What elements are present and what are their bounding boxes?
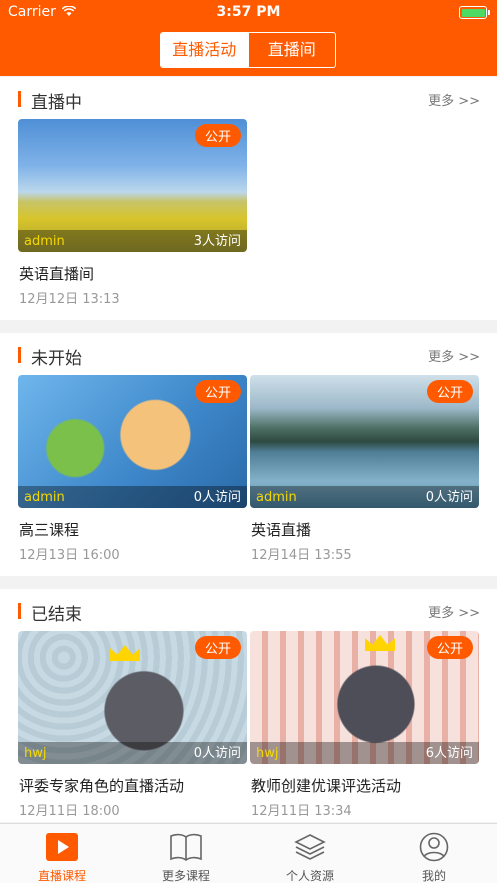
card-date: 12月12日 13:13 xyxy=(19,292,120,307)
tab-label: 更多课程 xyxy=(161,869,210,883)
public-badge: 公开 xyxy=(194,636,241,659)
section-accent-bar xyxy=(18,347,21,363)
live-card[interactable]: 公开 hwj 6人访问 教师创建优课评选活动 12月11日 13:34 xyxy=(250,631,479,819)
more-link[interactable]: 更多 >> xyxy=(428,90,480,109)
card-title: 英语直播 xyxy=(251,521,312,539)
section-live-now: 直播中 更多 >> 公开 admin 3人访问 英语直播间 12月12日 13:… xyxy=(0,77,497,320)
live-card[interactable]: 公开 admin 0人访问 高三课程 12月13日 16:00 xyxy=(18,375,247,563)
status-bar: Carrier 3:57 PM xyxy=(0,0,497,26)
segmented-control: 直播活动 直播间 xyxy=(160,32,336,68)
card-date: 12月13日 16:00 xyxy=(19,548,120,563)
play-icon xyxy=(46,833,78,861)
thumbnail-image: 公开 hwj 6人访问 xyxy=(250,631,479,764)
tab-mine[interactable]: 我的 xyxy=(372,824,496,883)
more-link[interactable]: 更多 >> xyxy=(428,602,480,621)
visit-count: 3人访问 xyxy=(193,234,241,249)
public-badge: 公开 xyxy=(194,124,241,147)
section-ended: 已结束 更多 >> 公开 hwj 0人访问 评委专家角色的直播活动 12月11日… xyxy=(0,589,497,822)
live-card[interactable]: 公开 hwj 0人访问 评委专家角色的直播活动 12月11日 18:00 xyxy=(18,631,247,819)
author-label: hwj xyxy=(256,746,279,761)
card-title: 高三课程 xyxy=(19,521,80,539)
visit-count: 6人访问 xyxy=(425,746,473,761)
public-badge: 公开 xyxy=(426,380,473,403)
card-title: 评委专家角色的直播活动 xyxy=(19,777,185,795)
thumbnail-image: 公开 hwj 0人访问 xyxy=(18,631,247,764)
section-header: 直播中 更多 >> xyxy=(18,89,480,113)
card-date: 12月14日 13:55 xyxy=(251,548,352,563)
more-link[interactable]: 更多 >> xyxy=(428,346,480,365)
card-date: 12月11日 13:34 xyxy=(251,804,352,819)
section-accent-bar xyxy=(18,603,21,619)
nav-bar: 直播活动 直播间 xyxy=(0,26,497,76)
tab-label: 我的 xyxy=(421,869,446,883)
public-badge: 公开 xyxy=(194,380,241,403)
card-title: 教师创建优课评选活动 xyxy=(251,777,402,795)
tab-bar: 直播课程 更多课程 个人资源 我的 xyxy=(0,823,497,883)
section-header: 未开始 更多 >> xyxy=(18,345,480,369)
live-card[interactable]: 公开 admin 3人访问 英语直播间 12月12日 13:13 xyxy=(18,119,247,307)
card-date: 12月11日 18:00 xyxy=(19,804,120,819)
layers-icon xyxy=(294,834,326,860)
section-header: 已结束 更多 >> xyxy=(18,601,480,625)
live-card[interactable]: 公开 admin 0人访问 英语直播 12月14日 13:55 xyxy=(250,375,479,563)
section-title: 未开始 xyxy=(31,349,82,369)
author-label: admin xyxy=(24,490,65,505)
crown-icon xyxy=(365,635,395,651)
tab-live-courses[interactable]: 直播课程 xyxy=(0,824,124,883)
author-label: hwj xyxy=(24,746,47,761)
visit-count: 0人访问 xyxy=(193,746,241,761)
section-upcoming: 未开始 更多 >> 公开 admin 0人访问 高三课程 12月13日 16:0… xyxy=(0,333,497,576)
tab-label: 个人资源 xyxy=(285,869,334,883)
visit-count: 0人访问 xyxy=(193,490,241,505)
author-label: admin xyxy=(24,234,65,249)
battery-icon xyxy=(459,6,490,19)
segment-live-rooms[interactable]: 直播间 xyxy=(247,33,336,67)
section-title: 直播中 xyxy=(31,93,82,113)
thumbnail-image: 公开 admin 0人访问 xyxy=(18,375,247,508)
section-accent-bar xyxy=(18,91,21,107)
crown-icon xyxy=(110,645,140,661)
section-title: 已结束 xyxy=(31,605,82,625)
tab-label: 直播课程 xyxy=(37,869,86,883)
clock: 3:57 PM xyxy=(216,4,281,20)
visit-count: 0人访问 xyxy=(425,490,473,505)
card-title: 英语直播间 xyxy=(19,265,95,283)
book-icon xyxy=(170,833,202,861)
user-icon xyxy=(419,832,449,862)
public-badge: 公开 xyxy=(426,636,473,659)
segment-live-activities[interactable]: 直播活动 xyxy=(161,33,248,67)
author-label: admin xyxy=(256,490,297,505)
tab-personal-resources[interactable]: 个人资源 xyxy=(248,824,372,883)
thumbnail-image: 公开 admin 0人访问 xyxy=(250,375,479,508)
thumbnail-image: 公开 admin 3人访问 xyxy=(18,119,247,252)
tab-more-courses[interactable]: 更多课程 xyxy=(124,824,248,883)
